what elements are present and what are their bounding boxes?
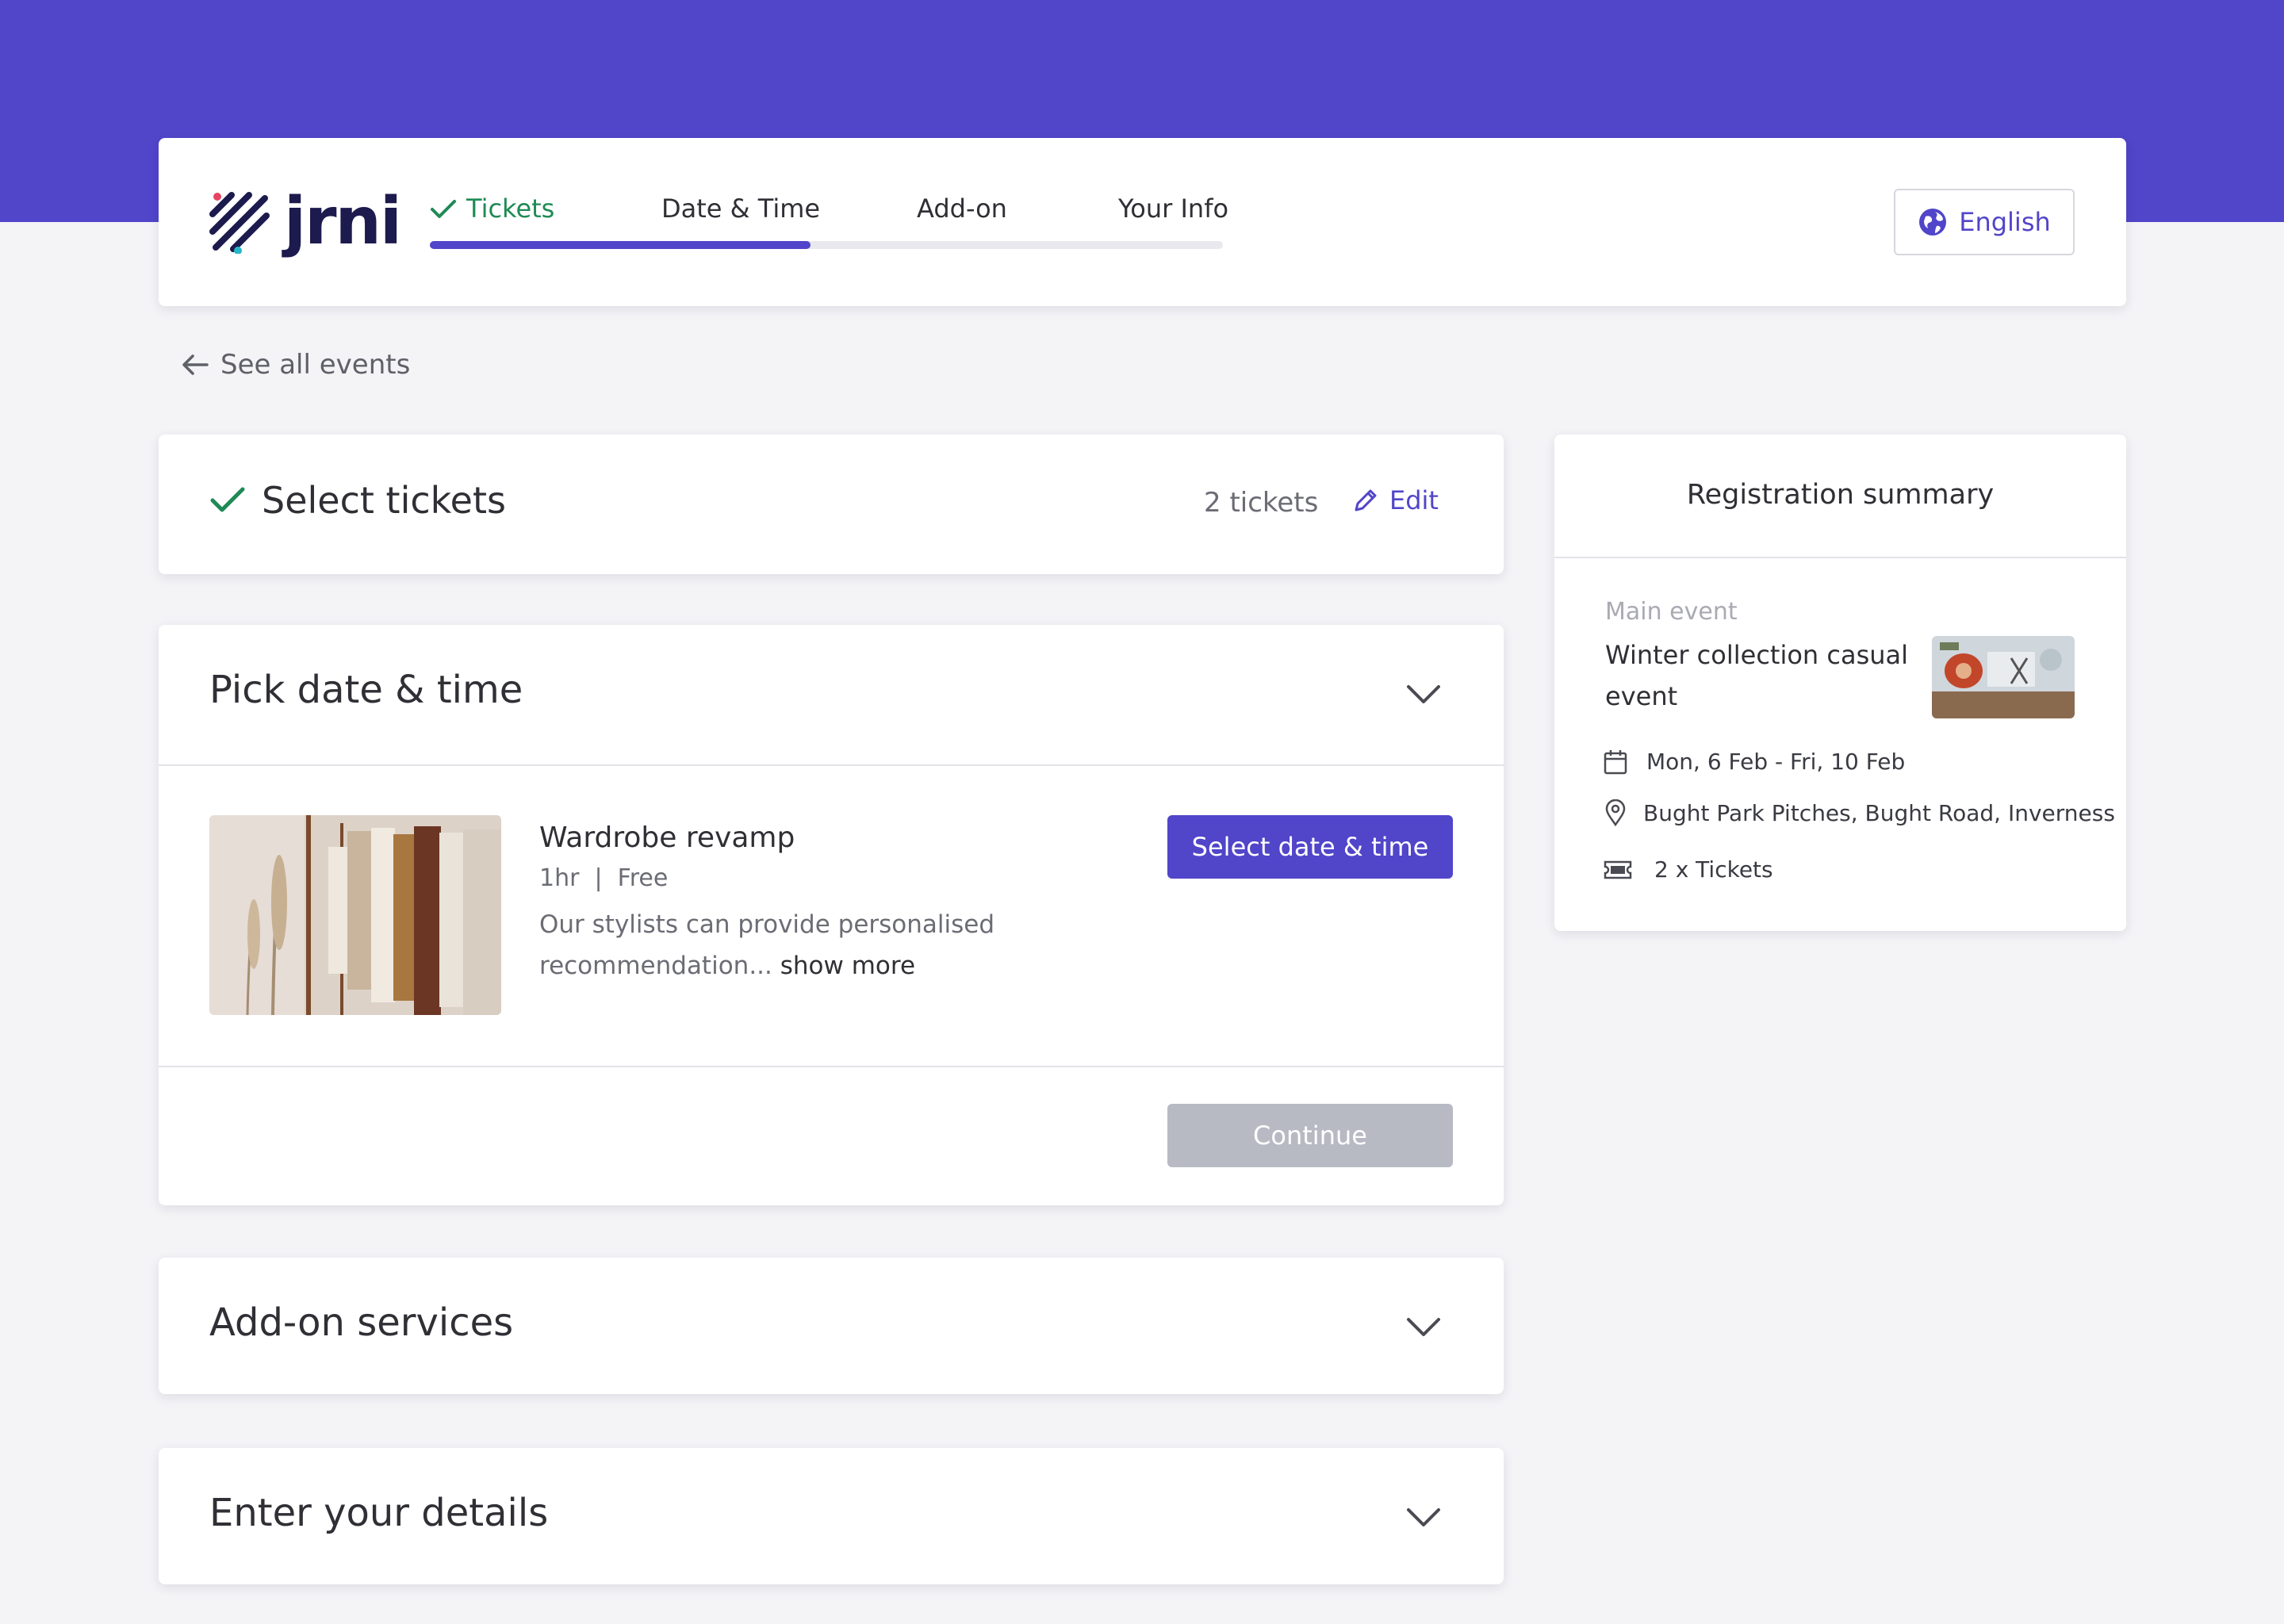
summary-location: Bught Park Pitches, Bught Road, Invernes… (1643, 799, 2115, 826)
globe-icon (1919, 209, 1947, 236)
ticket-icon (1604, 860, 1632, 879)
see-all-events-link[interactable]: See all events (181, 349, 410, 381)
logo-wordmark: jrni (284, 184, 402, 259)
pencil-icon (1355, 489, 1377, 511)
chevron-down-icon[interactable] (1405, 1505, 1442, 1529)
divider (1554, 557, 2126, 558)
continue-button[interactable]: Continue (1167, 1104, 1453, 1167)
main-event-label: Main event (1605, 598, 1738, 626)
language-button[interactable]: English (1894, 189, 2075, 255)
summary-date: Mon, 6 Feb - Fri, 10 Feb (1646, 749, 1906, 775)
step-add-on[interactable]: Add-on (917, 193, 1007, 224)
step-tickets[interactable]: Tickets (430, 193, 554, 224)
pick-date-time-card: Pick date & time Wardrobe revamp 1hr | F… (159, 625, 1504, 1205)
step-label: Tickets (466, 193, 555, 224)
show-more-link[interactable]: show more (780, 952, 915, 980)
divider (159, 1066, 1504, 1067)
registration-summary-card: Registration summary Main event Winter c… (1554, 435, 2126, 931)
chevron-down-icon[interactable] (1405, 682, 1442, 706)
service-name: Wardrobe revamp (539, 822, 795, 854)
step-label: Your Info (1118, 193, 1229, 224)
logo-stripes-icon (209, 192, 270, 254)
section-title: Pick date & time (209, 668, 523, 712)
arrow-left-icon (182, 354, 209, 375)
enter-details-card[interactable]: Enter your details (159, 1448, 1504, 1584)
chevron-down-icon[interactable] (1405, 1315, 1442, 1339)
summary-tickets-row: 2 x Tickets (1604, 856, 1773, 883)
description-text: Our stylists can provide personalised re… (539, 910, 995, 980)
language-label: English (1959, 207, 2051, 237)
step-label: Add-on (917, 193, 1007, 224)
step-your-info[interactable]: Your Info (1118, 193, 1228, 224)
jrni-logo[interactable]: jrni (208, 184, 402, 259)
select-tickets-heading: Select tickets (209, 479, 506, 522)
check-icon (210, 487, 245, 512)
select-date-time-button[interactable]: Select date & time (1167, 815, 1453, 879)
section-title: Select tickets (262, 479, 506, 522)
summary-location-row: Bught Park Pitches, Bught Road, Invernes… (1604, 799, 2115, 826)
steps-progress-bar (430, 241, 1223, 249)
service-meta: 1hr | Free (539, 864, 669, 892)
edit-label: Edit (1389, 485, 1439, 515)
summary-date-row: Mon, 6 Feb - Fri, 10 Feb (1604, 749, 1905, 775)
divider (159, 764, 1504, 766)
section-title: Enter your details (209, 1491, 549, 1535)
select-tickets-card: Select tickets 2 tickets Edit (159, 435, 1504, 574)
location-pin-icon (1605, 799, 1626, 826)
ticket-count: 2 tickets (1204, 487, 1319, 519)
step-date-time[interactable]: Date & Time (661, 193, 820, 224)
summary-title: Registration summary (1686, 479, 1995, 511)
section-title: Add-on services (209, 1300, 514, 1345)
progress-steps: Tickets Date & Time Add-on Your Info (430, 193, 1228, 241)
edit-tickets-button[interactable]: Edit (1351, 485, 1439, 515)
back-link-label: See all events (220, 349, 411, 381)
steps-progress-fill (430, 241, 811, 249)
add-on-services-card[interactable]: Add-on services (159, 1258, 1504, 1394)
calendar-icon (1604, 749, 1627, 774)
event-thumbnail (1932, 636, 2075, 718)
check-icon (431, 200, 456, 218)
service-description: Our stylists can provide personalised re… (539, 904, 1031, 986)
top-navigation-bar: jrni Tickets Date & Time Add-on Your Inf… (159, 138, 2126, 306)
summary-tickets: 2 x Tickets (1654, 856, 1773, 883)
wardrobe-image (209, 815, 501, 1015)
event-name: Winter collection casual event (1605, 640, 1909, 711)
step-label: Date & Time (661, 193, 821, 224)
